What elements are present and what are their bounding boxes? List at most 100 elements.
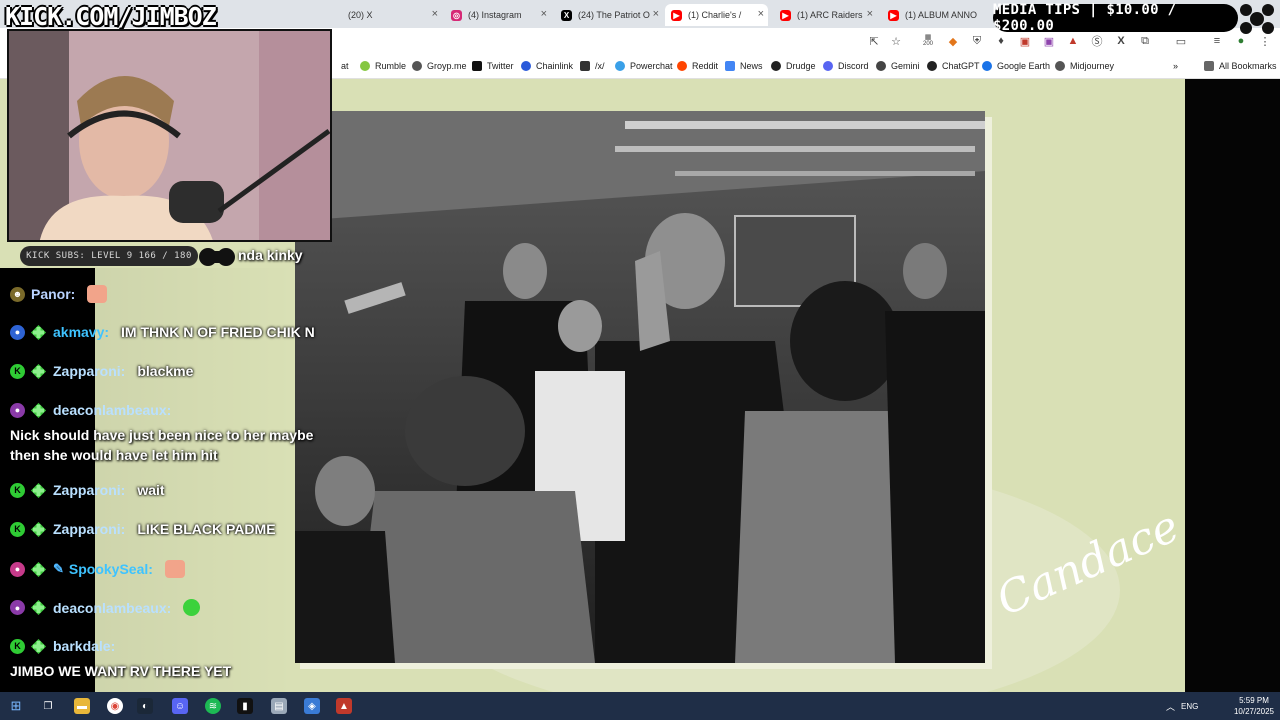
- bookmark-gemini[interactable]: Gemini: [876, 61, 920, 71]
- terminal-icon[interactable]: ▮: [237, 698, 253, 714]
- bookmark-item[interactable]: at: [341, 61, 349, 71]
- chatgpt-icon: [927, 61, 937, 71]
- chat-username[interactable]: deaconlambeaux:: [53, 600, 171, 616]
- bookmark-discord[interactable]: Discord: [823, 61, 869, 71]
- extension-icon[interactable]: ▣: [1042, 34, 1056, 48]
- task-view-icon[interactable]: ❐: [40, 698, 56, 714]
- x-icon: X: [561, 9, 572, 21]
- split-view-icon[interactable]: ▭: [1174, 34, 1188, 48]
- pin-icon[interactable]: ♦: [994, 34, 1008, 48]
- extension-icon[interactable]: ▲: [1066, 34, 1080, 48]
- subscriber-diamond-icon: [31, 482, 46, 498]
- bookmark-groyp[interactable]: Groyp.me: [412, 61, 467, 71]
- chat-username[interactable]: barkdale:: [53, 638, 115, 654]
- webcam-image: [9, 31, 330, 240]
- bookmark-rumble[interactable]: Rumble: [360, 61, 406, 71]
- subscriber-diamond-icon: [31, 363, 46, 379]
- tab-instagram[interactable]: ◎ (4) Instagram ×: [445, 4, 551, 26]
- reddit-icon: [677, 61, 687, 71]
- chat-message: ● ✎ SpookySeal:: [10, 560, 185, 578]
- bookmark-star-icon[interactable]: ☆: [889, 34, 903, 48]
- kick-badge-icon: K: [10, 638, 25, 654]
- puzzle-icon[interactable]: ⧉: [1138, 34, 1152, 48]
- menu-dots-icon[interactable]: ⋮: [1258, 34, 1272, 48]
- bookmark-drudge[interactable]: Drudge: [771, 61, 816, 71]
- language-indicator[interactable]: ENG: [1181, 702, 1198, 711]
- windows-icon[interactable]: ⊞: [8, 698, 24, 714]
- tab-arc-raiders[interactable]: ▶ (1) ARC Raiders ×: [774, 4, 877, 26]
- extension-icon[interactable]: ▣: [1018, 34, 1032, 48]
- subs-goal-icon: [199, 248, 235, 266]
- bookmark-powerchat[interactable]: Powerchat: [615, 61, 673, 71]
- tab-label: (1) ALBUM ANNO: [905, 10, 978, 20]
- subscriber-diamond-icon: [31, 324, 46, 340]
- chat-username[interactable]: Panor:: [31, 286, 75, 302]
- spotify-icon[interactable]: ≋: [205, 698, 221, 714]
- subscriber-diamond-icon: [31, 638, 46, 654]
- file-explorer-icon[interactable]: ▬: [74, 698, 90, 714]
- shield-icon[interactable]: ⛨: [970, 34, 984, 48]
- channel-logo: KICK.COM/JIMBOZ: [5, 2, 217, 31]
- app-icon[interactable]: ◈: [304, 698, 320, 714]
- bookmark-chainlink[interactable]: Chainlink: [521, 61, 573, 71]
- bookmark-midjourney[interactable]: Midjourney: [1055, 61, 1114, 71]
- close-tab-icon[interactable]: ×: [867, 8, 873, 20]
- extension-icon[interactable]: Ⓢ: [1090, 34, 1104, 48]
- chat-username[interactable]: akmavy:: [53, 324, 109, 340]
- chat-username[interactable]: Zapparoni:: [53, 521, 125, 537]
- historical-photo: [295, 111, 985, 663]
- metamask-icon[interactable]: ◆: [946, 34, 960, 48]
- system-clock[interactable]: 5:59 PM 10/27/2025: [1234, 695, 1274, 717]
- rumble-icon: [360, 61, 370, 71]
- steam-icon[interactable]: ◐: [137, 698, 153, 714]
- chat-text: LIKE BLACK PADME: [137, 521, 276, 537]
- chat-username[interactable]: Zapparoni:: [53, 363, 125, 379]
- bookmarks-overflow-icon[interactable]: »: [1173, 61, 1178, 71]
- chat-username[interactable]: deaconlambeaux:: [53, 402, 171, 418]
- drudge-icon: [771, 61, 781, 71]
- chat-message: ● akmavy: IM THNK N OF FRIED CHIK N: [10, 324, 315, 340]
- tray-overflow-icon[interactable]: ︿: [1166, 700, 1175, 713]
- close-tab-icon[interactable]: ×: [653, 8, 659, 20]
- chat-text: wait: [137, 482, 165, 498]
- youtube-icon: ▶: [888, 9, 899, 21]
- youtube-icon: ▶: [780, 9, 791, 21]
- chat-message: K barkdale:: [10, 638, 121, 654]
- install-app-icon[interactable]: ⇱: [867, 34, 881, 48]
- tab-x[interactable]: (20) X ×: [342, 4, 442, 26]
- google-earth-icon: [982, 61, 992, 71]
- page-dark-sidebar: [1185, 79, 1280, 692]
- extension-badge-icon[interactable]: ▦ 200: [921, 34, 935, 48]
- bookmark-google-earth[interactable]: Google Earth: [982, 61, 1050, 71]
- app-icon[interactable]: ▤: [271, 698, 287, 714]
- syringe-icon: ✎: [53, 561, 64, 576]
- chat-ticker: nda kinky: [238, 247, 303, 263]
- close-tab-icon[interactable]: ×: [432, 8, 438, 20]
- chat-message: K Zapparoni: blackme: [10, 363, 193, 379]
- x-icon[interactable]: X: [1114, 34, 1128, 48]
- kick-badge-icon: K: [10, 363, 25, 379]
- media-tips-icon: [1240, 4, 1274, 34]
- app-icon[interactable]: ▲: [336, 698, 352, 714]
- profile-avatar-icon[interactable]: ●: [1234, 34, 1248, 48]
- bookmark-x-board[interactable]: /x/: [580, 61, 605, 71]
- all-bookmarks[interactable]: All Bookmarks: [1204, 61, 1277, 71]
- close-tab-icon[interactable]: ×: [758, 8, 764, 20]
- tab-charlies[interactable]: ▶ (1) Charlie's / ×: [665, 4, 768, 26]
- reading-list-icon[interactable]: ≡: [1210, 34, 1224, 48]
- bookmark-twitter[interactable]: Twitter: [472, 61, 514, 71]
- discord-icon[interactable]: ☺: [172, 698, 188, 714]
- chat-text: IM THNK N OF FRIED CHIK N: [121, 324, 315, 340]
- webcam-feed: [7, 29, 332, 242]
- folder-icon: [1204, 61, 1214, 71]
- emote-icon: [164, 560, 185, 578]
- bookmark-news[interactable]: News: [725, 61, 763, 71]
- chrome-icon[interactable]: ◉: [107, 698, 123, 714]
- bookmark-reddit[interactable]: Reddit: [677, 61, 718, 71]
- tab-album[interactable]: ▶ (1) ALBUM ANNO: [882, 4, 987, 26]
- chat-username[interactable]: SpookySeal:: [69, 561, 153, 577]
- bookmark-chatgpt[interactable]: ChatGPT: [927, 61, 980, 71]
- close-tab-icon[interactable]: ×: [541, 8, 547, 20]
- chat-username[interactable]: Zapparoni:: [53, 482, 125, 498]
- tab-patriot[interactable]: X (24) The Patriot O ×: [555, 4, 663, 26]
